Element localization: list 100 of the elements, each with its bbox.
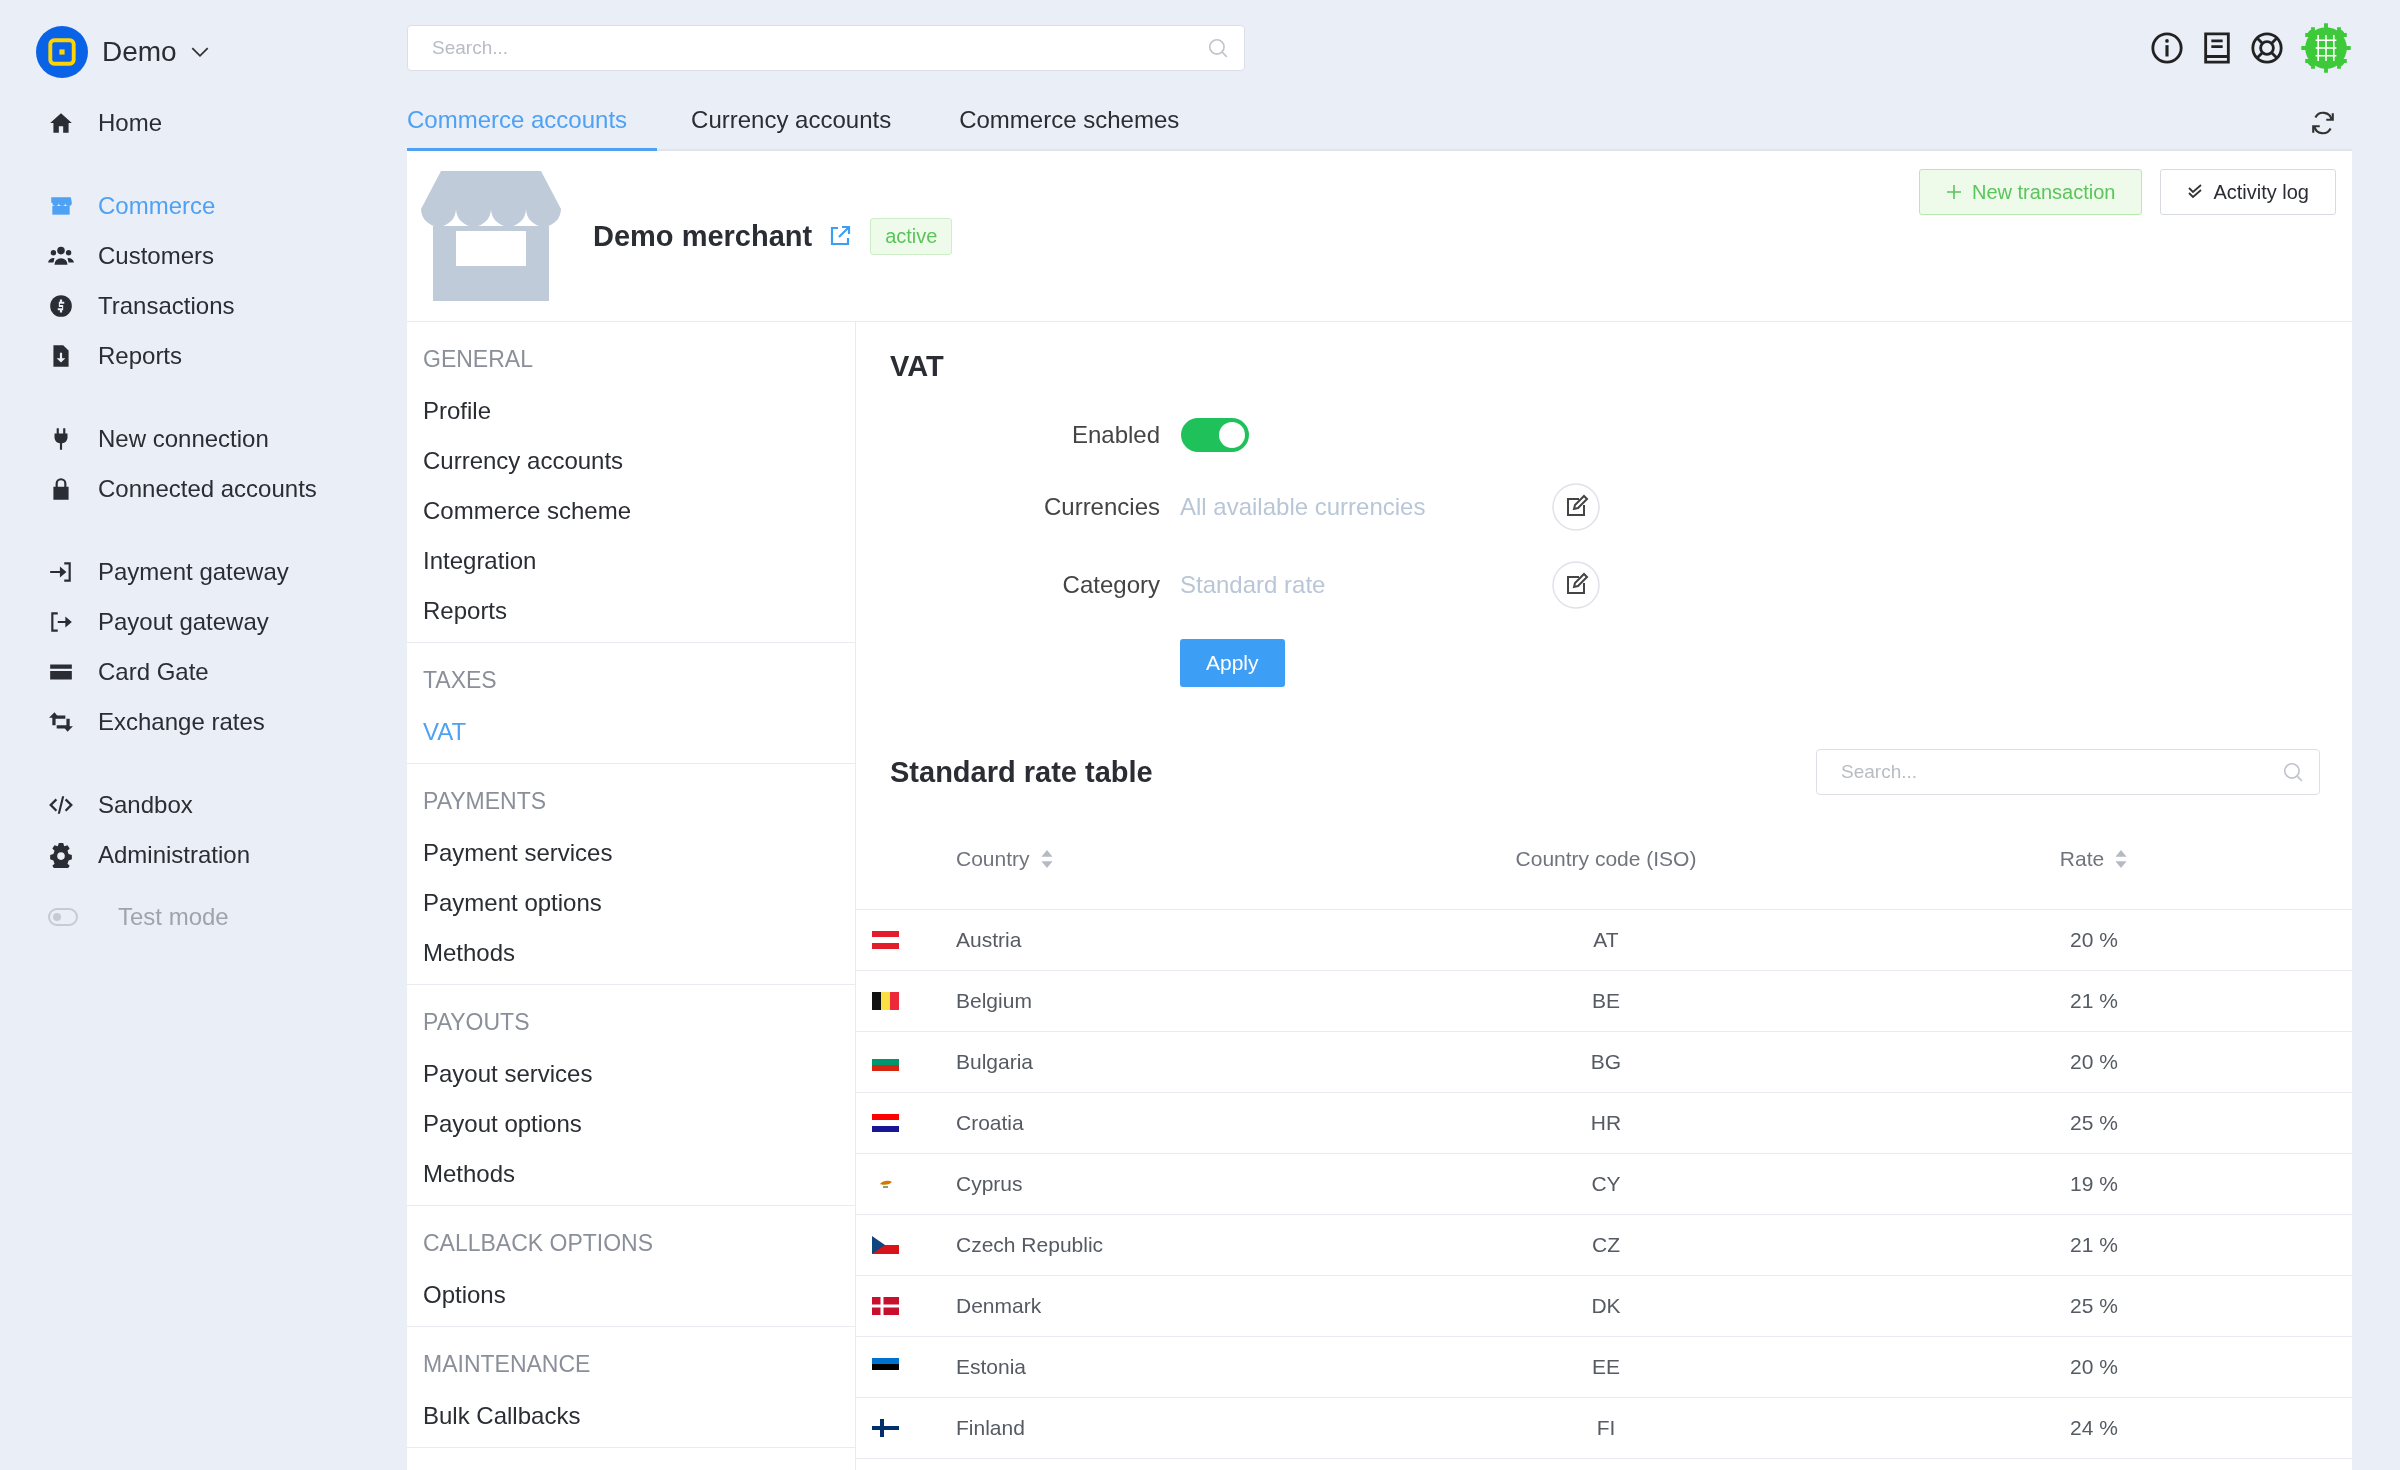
tab[interactable]: Commerce schemes — [959, 96, 1180, 151]
table-cell-text: CZ — [1591, 1233, 1621, 1257]
search-icon — [2282, 761, 2304, 783]
field-value: All available currencies — [1180, 493, 1427, 521]
table-cell-text: DK — [1590, 1294, 1622, 1318]
action-button[interactable]: Activity log — [2160, 169, 2336, 215]
menu-item[interactable]: Methods — [423, 1149, 855, 1199]
nav-item[interactable]: Payment gateway — [36, 547, 407, 597]
nav-item[interactable]: Exchange rates — [36, 697, 407, 747]
table-cell-text: 25 % — [2069, 1294, 2119, 1318]
plus-icon — [1946, 184, 1962, 200]
chevron-down-icon[interactable] — [190, 46, 209, 58]
workspace-name[interactable]: Demo — [102, 36, 177, 68]
table-cell-text: HR — [1589, 1111, 1623, 1135]
tab[interactable]: Currency accounts — [691, 96, 892, 151]
double-check-icon — [2187, 184, 2204, 200]
flag-icon — [872, 1114, 899, 1132]
section-heading: CALLBACK OPTIONS — [423, 1228, 655, 1258]
flag-icon — [872, 992, 899, 1010]
menu-item[interactable]: Bulk Callbacks — [423, 1391, 855, 1441]
table-cell-text: BE — [1591, 989, 1621, 1013]
field-value: Standard rate — [1180, 571, 1327, 599]
table-cell-text: 21 % — [2069, 1233, 2119, 1257]
table-cell-text: 21 % — [2069, 989, 2119, 1013]
refresh-icon[interactable] — [2310, 109, 2336, 136]
table-title: Standard rate table — [890, 755, 1153, 789]
nav-item[interactable]: Card Gate — [36, 647, 407, 697]
flag-icon — [872, 1297, 899, 1315]
sign-out-icon — [48, 609, 74, 635]
nav-item[interactable]: Sandbox — [36, 780, 407, 830]
flag-icon — [872, 1236, 899, 1254]
section-title: VAT — [890, 350, 945, 383]
section-heading: TAXES — [423, 665, 498, 695]
table-cell-text: Denmark — [956, 1294, 1043, 1318]
nav-item[interactable]: New connection — [36, 414, 407, 464]
field-label: Enabled — [1070, 421, 1160, 449]
menu-item[interactable]: Payout services — [423, 1049, 855, 1099]
column-header[interactable]: Country — [956, 847, 1376, 871]
section-heading: MAINTENANCE — [423, 1349, 592, 1379]
menu-item[interactable]: Methods — [423, 928, 855, 978]
test-mode-label: Test mode — [118, 903, 229, 931]
help-icon[interactable] — [2250, 31, 2284, 65]
table-cell-text: 24 % — [2069, 1416, 2119, 1440]
sign-in-icon — [48, 559, 74, 585]
store-icon — [421, 171, 561, 301]
search-icon — [1207, 37, 1229, 59]
table-cell-text: 19 % — [2069, 1172, 2119, 1196]
nav-item[interactable]: Connected accounts — [36, 464, 407, 514]
menu-item[interactable]: Payment services — [423, 828, 855, 878]
table-cell-text: Finland — [956, 1416, 1026, 1440]
section-heading: PAYMENTS — [423, 786, 548, 816]
nav-item[interactable]: Customers — [36, 231, 407, 281]
table-cell-text: CY — [1590, 1172, 1622, 1196]
field-label: Category — [1061, 571, 1160, 599]
nav-item[interactable]: Home — [36, 98, 407, 148]
edit-icon[interactable] — [1552, 483, 1600, 531]
search-field[interactable]: Search... — [407, 25, 1245, 71]
table-cell-text: 20 % — [2069, 928, 2119, 952]
menu-item[interactable]: Payout options — [423, 1099, 855, 1149]
gear-icon — [48, 842, 74, 868]
table-cell-text: Belgium — [956, 989, 1033, 1013]
menu-item[interactable]: Payment options — [423, 878, 855, 928]
flag-icon — [872, 931, 899, 949]
table-cell-text: Czech Republic — [956, 1233, 1105, 1257]
logo-icon — [36, 26, 88, 78]
search-field[interactable]: Search... — [1816, 749, 2320, 795]
section-heading: GENERAL — [423, 344, 534, 374]
column-header[interactable]: Country code (ISO) — [1376, 847, 1836, 871]
menu-item[interactable]: Commerce scheme — [423, 486, 855, 536]
dollar-icon — [48, 293, 74, 319]
table-cell-text: FI — [1595, 1416, 1617, 1440]
column-header[interactable]: Rate — [1836, 847, 2352, 871]
menu-item[interactable]: Profile — [423, 386, 855, 436]
flag-icon — [872, 1419, 899, 1437]
menu-item[interactable]: Reports — [423, 586, 855, 636]
nav-item[interactable]: Administration — [36, 830, 407, 880]
menu-item[interactable]: Currency accounts — [423, 436, 855, 486]
table-cell-text: Croatia — [956, 1111, 1025, 1135]
menu-item[interactable]: Options — [423, 1270, 855, 1320]
table-cell-text: Austria — [956, 928, 1023, 952]
nav-item[interactable]: Payout gateway — [36, 597, 407, 647]
table-cell-text: AT — [1592, 928, 1620, 952]
table-cell-text: Bulgaria — [956, 1050, 1035, 1074]
info-icon[interactable] — [2150, 31, 2184, 65]
exchange-icon — [48, 709, 74, 735]
table-cell-text: BG — [1589, 1050, 1623, 1074]
toggle-switch[interactable] — [48, 908, 78, 926]
toggle-switch[interactable] — [1180, 417, 1250, 453]
menu-item[interactable]: Integration — [423, 536, 855, 586]
table-cell-text: 20 % — [2069, 1355, 2119, 1379]
field-label: Currencies — [1042, 493, 1160, 521]
merchant-name: Demo merchant — [593, 219, 813, 253]
table-cell-text: 20 % — [2069, 1050, 2119, 1074]
nav-item[interactable]: Transactions — [36, 281, 407, 331]
table-cell-text: EE — [1591, 1355, 1621, 1379]
table-cell-text: 25 % — [2069, 1111, 2119, 1135]
section-heading: PAYOUTS — [423, 1007, 531, 1037]
nav-item[interactable]: Reports — [36, 331, 407, 381]
edit-icon[interactable] — [1552, 561, 1600, 609]
external-link-icon[interactable] — [828, 224, 853, 248]
